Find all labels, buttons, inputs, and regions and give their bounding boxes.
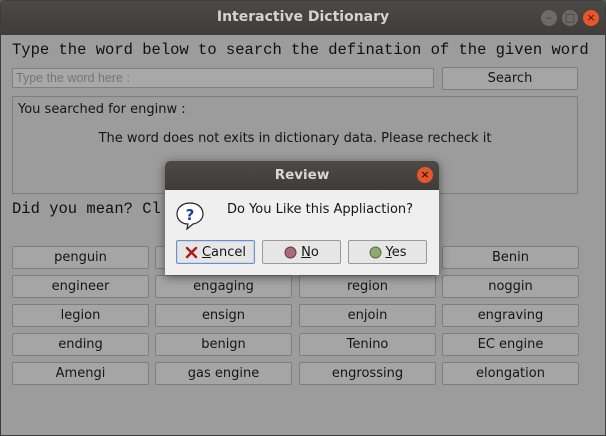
suggestion-button[interactable]: engineer (12, 275, 149, 298)
suggestion-button[interactable]: engraving (442, 304, 579, 327)
suggestion-button[interactable]: Tenino (299, 333, 436, 356)
did-you-mean-label: Did you mean? Cl (12, 200, 161, 218)
result-message: The word does not exits in dictionary da… (98, 131, 492, 146)
cancel-label: Cancel (201, 244, 247, 260)
suggestion-button[interactable]: legion (12, 304, 149, 327)
cancel-button[interactable]: Cancel (176, 240, 255, 264)
no-label: No (301, 244, 319, 260)
result-query-text: You searched for enginw : (18, 102, 186, 117)
suggestion-button[interactable]: engrossing (299, 362, 436, 385)
suggestion-button[interactable]: EC engine (442, 333, 579, 356)
suggestion-button[interactable]: region (299, 275, 436, 298)
suggestion-button[interactable]: ending (12, 333, 149, 356)
suggestion-button[interactable]: noggin (442, 275, 579, 298)
search-input[interactable] (12, 68, 434, 88)
svg-text:?: ? (186, 206, 195, 224)
page-heading: Type the word below to search the defina… (12, 41, 589, 59)
window-title: Interactive Dictionary (216, 9, 390, 25)
suggestion-button[interactable]: penguin (12, 246, 149, 269)
minimize-icon[interactable]: – (541, 10, 557, 26)
search-button[interactable]: Search (442, 67, 578, 90)
yes-icon (369, 246, 381, 258)
no-button[interactable]: No (262, 240, 341, 264)
suggestion-button[interactable]: gas engine (155, 362, 292, 385)
suggestion-button[interactable]: engaging (155, 275, 292, 298)
yes-label: Yes (385, 244, 407, 260)
close-icon[interactable]: × (583, 10, 599, 26)
suggestion-button[interactable]: Benin (442, 246, 579, 269)
suggestion-button[interactable]: ensign (155, 304, 292, 327)
maximize-icon[interactable]: □ (562, 10, 578, 26)
cancel-icon (185, 246, 198, 258)
title-bar[interactable]: Interactive Dictionary – □ × (1, 1, 605, 35)
suggestion-button[interactable]: Amengi (12, 362, 149, 385)
dialog-message: Do You Like this Appliaction? (227, 202, 414, 217)
suggestion-button[interactable]: enjoin (299, 304, 436, 327)
dialog-title-bar[interactable]: Review × (165, 161, 439, 190)
review-dialog: Review × ? Do You Like this Appliaction?… (165, 161, 439, 275)
suggestion-button[interactable]: benign (155, 333, 292, 356)
suggestion-button[interactable]: elongation (442, 362, 579, 385)
dialog-close-icon[interactable]: × (417, 167, 433, 183)
dialog-title: Review (274, 167, 330, 183)
yes-button[interactable]: Yes (348, 240, 427, 264)
question-icon: ? (176, 202, 204, 231)
no-icon (284, 246, 297, 258)
